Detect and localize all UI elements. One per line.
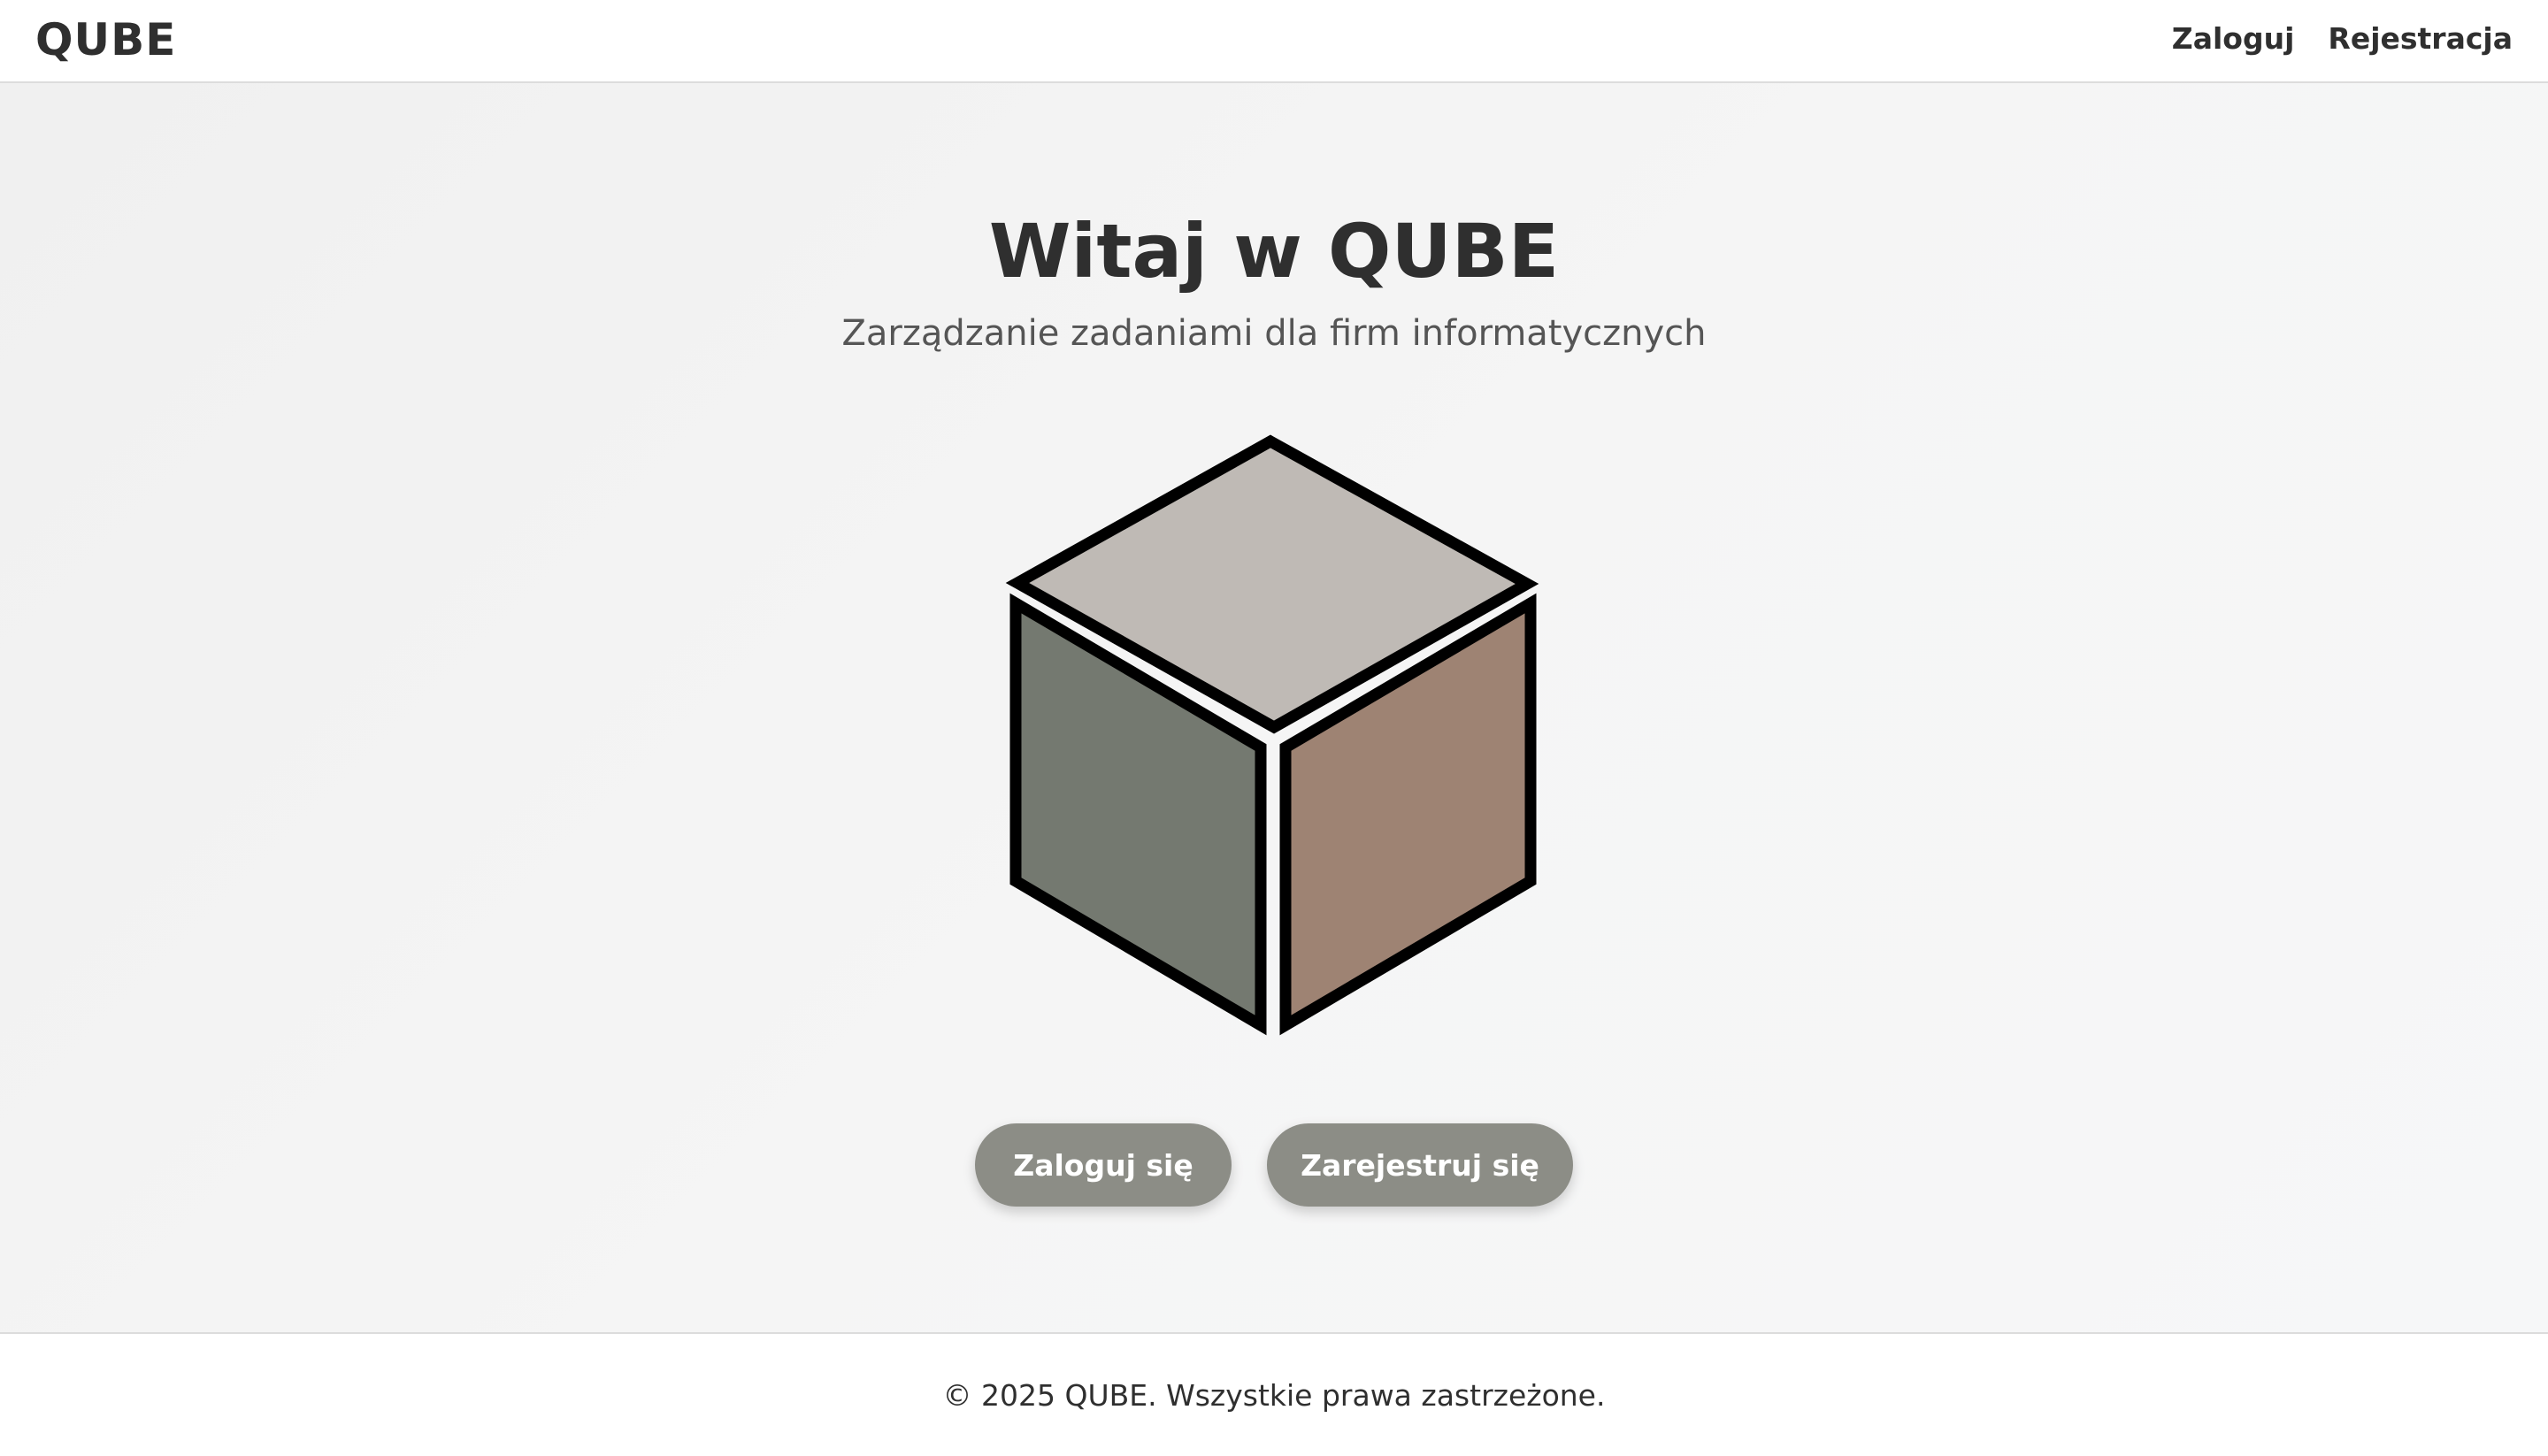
hero-subtitle: Zarządzanie zadaniami dla firm informaty… [841,313,1707,354]
footer-copyright: © 2025 QUBE. Wszystkie prawa zastrzeżone… [942,1378,1606,1413]
nav-login-link[interactable]: Zaloguj [2172,19,2295,58]
nav-register-link[interactable]: Rejestracja [2328,19,2513,58]
nav-links: Zaloguj Rejestracja [2172,19,2513,58]
login-button[interactable]: Zaloguj się [975,1123,1232,1207]
register-button[interactable]: Zarejestruj się [1267,1123,1573,1207]
footer: © 2025 QUBE. Wszystkie prawa zastrzeżone… [0,1332,2548,1456]
hero-title: Witaj w QUBE [988,208,1560,295]
cube-icon [1005,434,1539,1036]
hero-buttons: Zaloguj się Zarejestruj się [0,1123,2548,1207]
navbar: QUBE Zaloguj Rejestracja [0,0,2548,83]
brand-logo-link[interactable]: QUBE [35,12,176,67]
hero-section: Witaj w QUBE Zarządzanie zadaniami dla f… [0,83,2548,1332]
